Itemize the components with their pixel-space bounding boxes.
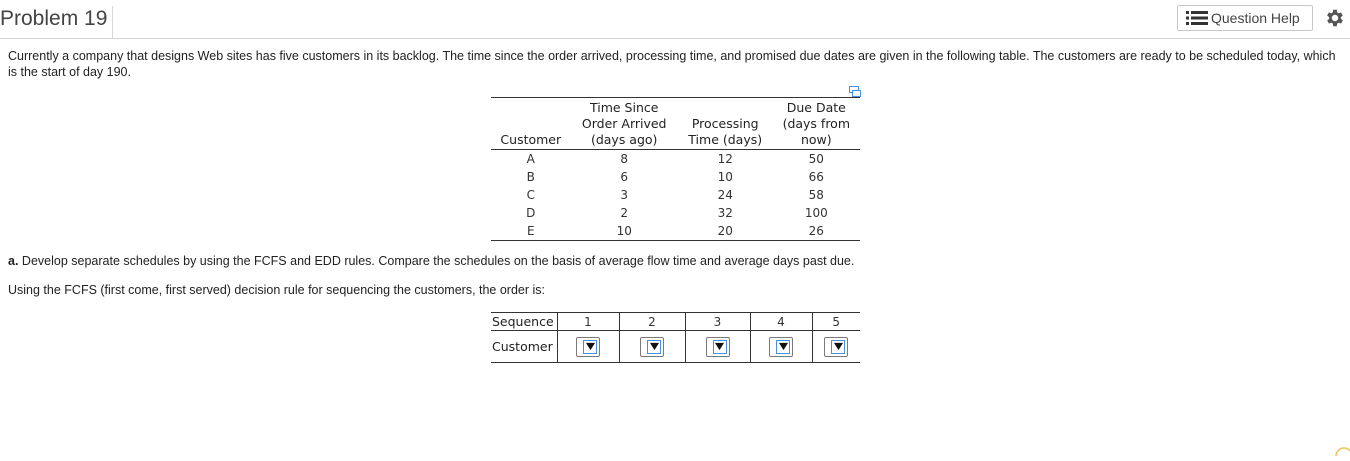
copy-table-icon[interactable] [849, 84, 861, 97]
customer-dropdown-4[interactable] [769, 336, 793, 357]
cell-processing: 20 [717, 224, 733, 238]
question-a-label: a. [8, 254, 19, 268]
cell-due: 58 [808, 188, 824, 202]
dropdown-arrow-icon [647, 339, 661, 354]
problem-intro-text: Currently a company that designs Web sit… [8, 49, 1336, 79]
dropdown-arrow-icon [776, 339, 790, 354]
table-header-row: Customer Time Since Order Arrived (days … [491, 97, 860, 150]
cell-processing: 12 [717, 152, 733, 166]
cell-time-since: 2 [620, 206, 629, 220]
cell-time-since: 3 [620, 188, 629, 202]
header-processing: Processing Time (days) [677, 97, 773, 150]
sequence-position: 2 [618, 312, 685, 331]
customer-row: Customer [491, 330, 860, 363]
cell-due: 50 [808, 152, 824, 166]
question-help-button[interactable]: Question Help [1177, 5, 1313, 31]
dropdown-arrow-icon [583, 339, 597, 354]
cell-time-since: 6 [620, 170, 629, 184]
sequence-label: Sequence [491, 312, 557, 331]
dropdown-arrow-icon [712, 339, 727, 354]
cell-customer: A [526, 152, 535, 166]
customer-data-table: Customer Time Since Order Arrived (days … [491, 97, 860, 241]
partial-circle-icon [1334, 443, 1350, 461]
question-a: a. Develop separate schedules by using t… [8, 254, 854, 268]
gear-icon[interactable] [1324, 7, 1346, 29]
list-icon [1186, 11, 1208, 25]
cell-due: 100 [804, 206, 828, 220]
header-bar: Problem 19 Question Help [0, 0, 1350, 39]
header-customer: Customer [491, 97, 571, 150]
question-help-label: Question Help [1211, 10, 1300, 26]
table-row: A 8 12 50 [491, 150, 860, 169]
cell-processing: 24 [717, 188, 733, 202]
fcfs-prompt: Using the FCFS (first come, first served… [8, 283, 546, 297]
dropdown-arrow-icon [831, 339, 846, 354]
customer-dropdown-3[interactable] [705, 336, 730, 357]
sequence-position: 5 [811, 312, 860, 331]
question-a-text: Develop separate schedules by using the … [21, 254, 855, 268]
cell-customer: C [526, 188, 535, 202]
cell-customer: E [526, 224, 535, 238]
customer-dropdown-1[interactable] [576, 336, 600, 357]
header-due-date: Due Date (days from now) [772, 97, 860, 150]
cell-time-since: 10 [616, 224, 632, 238]
sequence-position: 1 [556, 312, 619, 331]
cell-time-since: 8 [620, 152, 629, 166]
cell-customer: D [526, 206, 536, 220]
sequence-row: Sequence 1 2 3 4 5 [491, 312, 860, 331]
fcfs-sequence-table: Sequence 1 2 3 4 5 Customer [491, 312, 860, 363]
header-time-since: Time Since Order Arrived (days ago) [570, 97, 678, 150]
table-row: B 6 10 66 [491, 168, 860, 186]
table-row: D 2 32 100 [491, 204, 860, 222]
cell-processing: 32 [717, 206, 733, 220]
table-row: C 3 24 58 [491, 186, 860, 204]
cell-due: 26 [808, 224, 824, 238]
cell-due: 66 [808, 170, 824, 184]
cell-processing: 10 [717, 170, 733, 184]
customer-label: Customer [492, 339, 553, 354]
sequence-position: 4 [749, 312, 812, 331]
cell-customer: B [526, 170, 535, 184]
customer-dropdown-5[interactable] [824, 336, 849, 357]
customer-dropdown-2[interactable] [640, 336, 664, 357]
table-row: E 10 20 26 [491, 222, 860, 241]
problem-title: Problem 19 [0, 6, 114, 38]
sequence-position: 3 [684, 312, 750, 331]
